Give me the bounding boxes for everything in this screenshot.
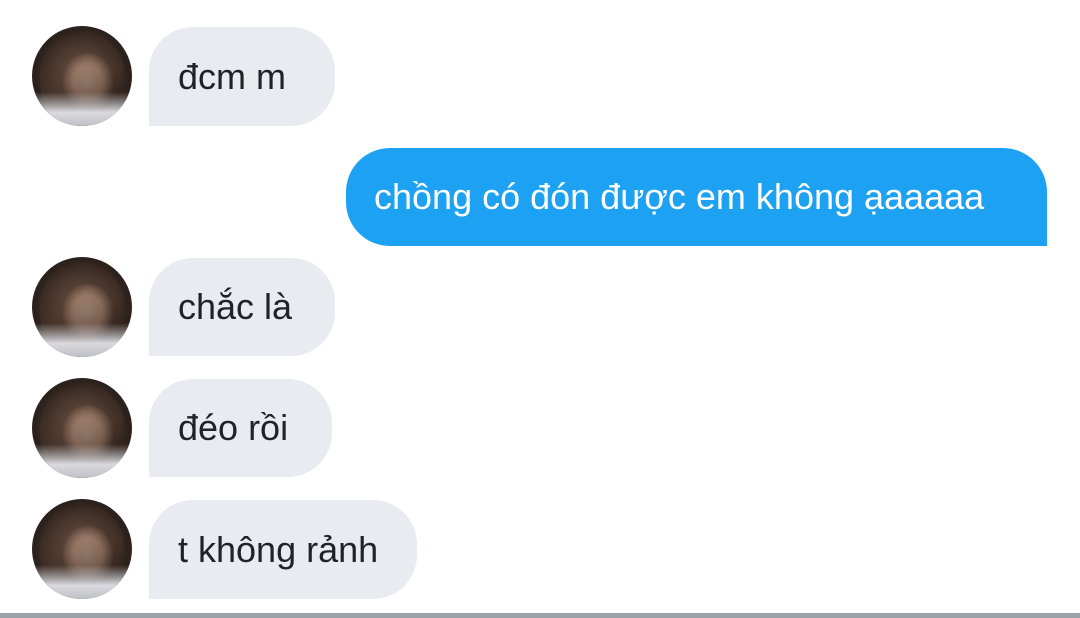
message-bubble[interactable]: chồng có đón được em không ạaaaaa	[346, 148, 1047, 246]
contact-avatar[interactable]	[32, 378, 132, 478]
bottom-divider	[0, 613, 1080, 618]
avatar-photo-detail	[32, 92, 132, 126]
contact-avatar[interactable]	[32, 257, 132, 357]
contact-avatar[interactable]	[32, 499, 132, 599]
message-text: t không rảnh	[178, 528, 379, 570]
message-text: đcm m	[178, 55, 286, 97]
avatar-photo-detail	[32, 323, 132, 357]
message-bubble[interactable]: chắc là	[149, 258, 335, 356]
avatar-photo-detail	[32, 565, 132, 599]
conversation-thread: đcm m chồng có đón được em không ạaaaaa …	[0, 0, 1080, 618]
message-text: chắc là	[178, 286, 293, 327]
contact-avatar[interactable]	[32, 26, 132, 126]
message-text: chồng có đón được em không ạaaaaa	[374, 176, 985, 217]
avatar-photo-detail	[32, 444, 132, 478]
message-bubble[interactable]: đéo rồi	[149, 379, 332, 477]
message-bubble[interactable]: t không rảnh	[149, 500, 417, 599]
message-bubble[interactable]: đcm m	[149, 27, 335, 126]
message-text: đéo rồi	[178, 407, 289, 448]
